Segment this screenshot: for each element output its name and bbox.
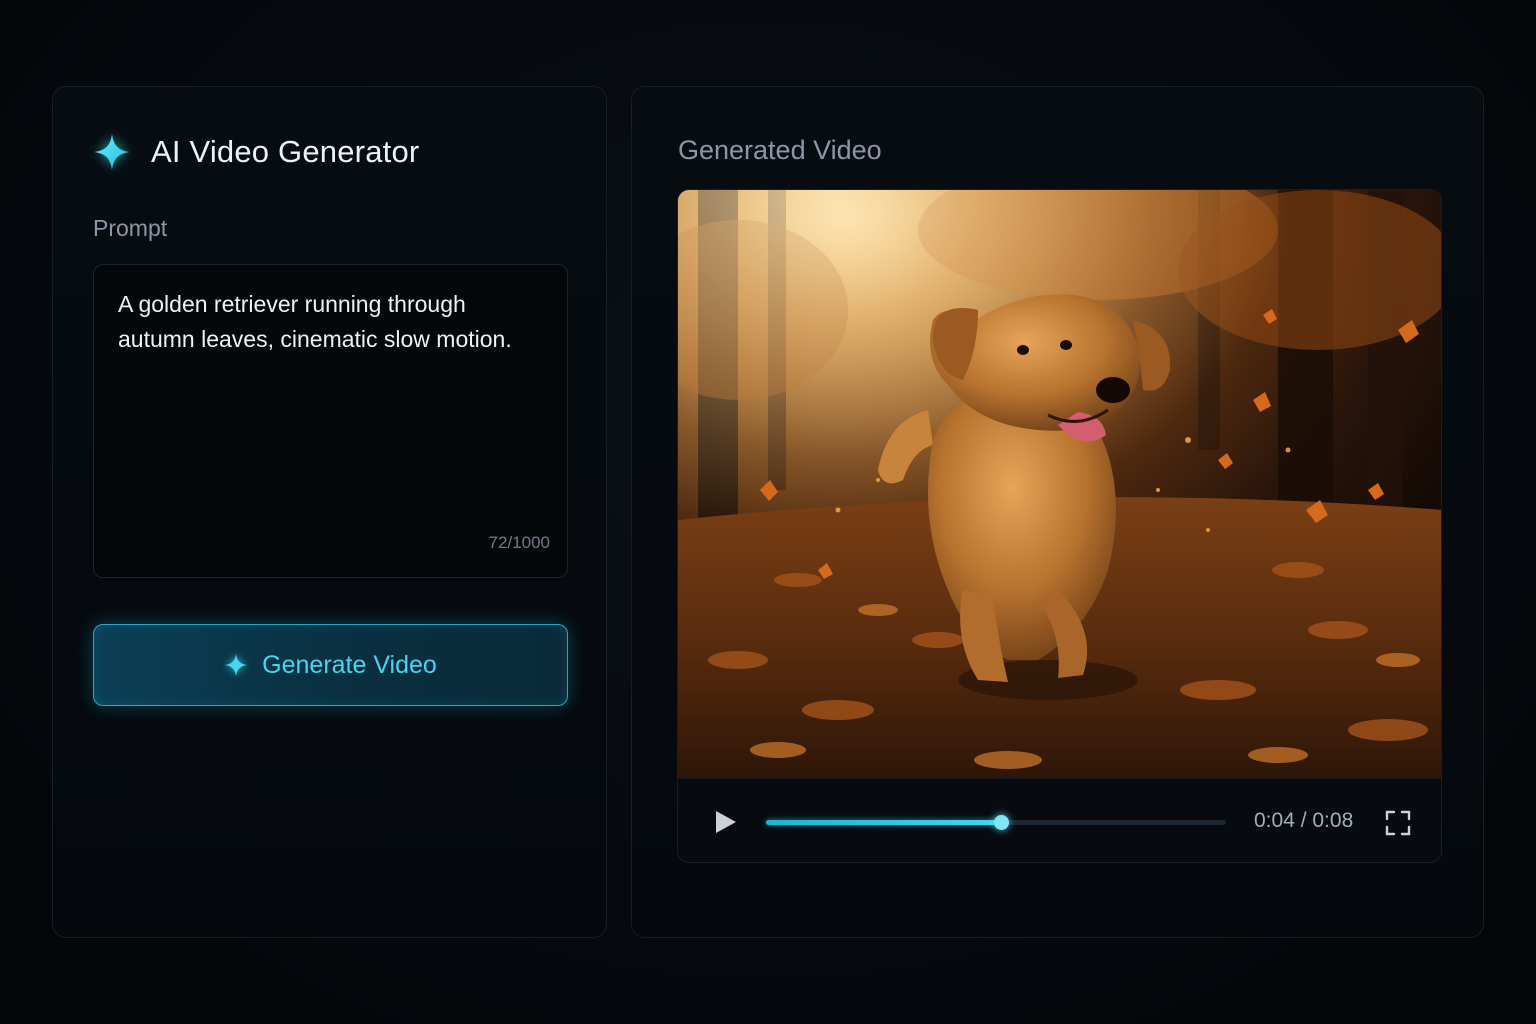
generator-panel: AI Video Generator Prompt A golden retri…	[52, 86, 607, 938]
app-title: AI Video Generator	[151, 134, 420, 169]
generate-video-label: Generate Video	[262, 650, 437, 679]
time-display: 0:04 / 0:08	[1254, 809, 1354, 832]
app-header: AI Video Generator	[93, 133, 419, 171]
fullscreen-icon[interactable]	[1385, 810, 1411, 836]
video-player: 0:04 / 0:08	[677, 189, 1442, 863]
progress-track[interactable]	[766, 815, 1226, 830]
prompt-label: Prompt	[93, 215, 168, 241]
char-count: 72/1000	[488, 533, 550, 552]
sparkle-icon	[224, 653, 248, 677]
progress-fill	[766, 820, 1001, 825]
prompt-text[interactable]: A golden retriever running through autum…	[118, 287, 548, 357]
prompt-textarea[interactable]: A golden retriever running through autum…	[93, 264, 568, 578]
output-panel: Generated Video 0:04 / 0:08	[631, 86, 1484, 938]
play-icon[interactable]	[712, 809, 738, 835]
sparkle-icon	[93, 133, 131, 171]
video-frame-image[interactable]	[678, 190, 1442, 778]
generate-video-button[interactable]: Generate Video	[93, 624, 568, 706]
progress-thumb[interactable]	[993, 815, 1009, 830]
video-controls: 0:04 / 0:08	[678, 778, 1441, 862]
section-title: Generated Video	[678, 135, 882, 165]
